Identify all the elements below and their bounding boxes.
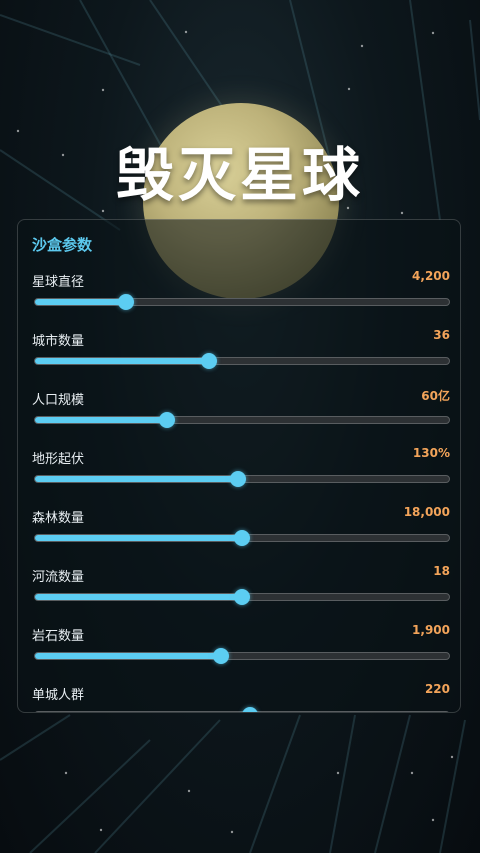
slider-thumb[interactable] [201, 353, 217, 369]
slider-thumb[interactable] [242, 707, 258, 712]
param-value: 130% [412, 446, 450, 460]
param-label: 岩石数量 [32, 629, 85, 644]
param-value: 4,200 [412, 269, 450, 283]
param-label: 星球直径 [32, 275, 85, 290]
param-river-count: 河流数量 18 [18, 564, 460, 624]
slider-fill [35, 476, 238, 482]
param-value: 36 [433, 328, 450, 342]
slider-thumb[interactable] [213, 648, 229, 664]
param-label: 地形起伏 [32, 452, 85, 467]
panel-title: 沙盒参数 [32, 236, 93, 254]
slider-fill [35, 358, 209, 364]
slider-fill [35, 653, 221, 659]
param-value: 18,000 [403, 505, 450, 519]
param-forest-count: 森林数量 18,000 [18, 505, 460, 565]
param-city-crowd: 单城人群 220 [18, 682, 460, 713]
game-screen: 毁灭星球 沙盒参数 星球直径 4,200 城市数量 36 人口规模 60亿 地形… [0, 0, 480, 853]
slider-thumb[interactable] [230, 471, 246, 487]
param-terrain: 地形起伏 130% [18, 446, 460, 506]
param-population: 人口规模 60亿 [18, 389, 460, 447]
param-city-count: 城市数量 36 [18, 328, 460, 388]
rock-count-slider[interactable] [34, 648, 450, 664]
param-value: 220 [424, 682, 450, 696]
slider-thumb[interactable] [234, 530, 250, 546]
slider-thumb[interactable] [118, 294, 134, 310]
city-count-slider[interactable] [34, 353, 450, 369]
terrain-slider[interactable] [34, 471, 450, 487]
param-label: 人口规模 [32, 393, 85, 408]
param-rock-count: 岩石数量 1,900 [18, 623, 460, 683]
city-crowd-slider[interactable] [34, 707, 450, 713]
param-label: 单城人群 [32, 688, 85, 703]
slider-fill [35, 417, 167, 423]
param-label: 河流数量 [32, 570, 85, 585]
slider-fill [35, 299, 126, 305]
slider-fill [35, 594, 242, 600]
param-label: 森林数量 [32, 511, 85, 526]
planet-diameter-slider[interactable] [34, 294, 450, 310]
river-count-slider[interactable] [34, 589, 450, 605]
forest-count-slider[interactable] [34, 530, 450, 546]
param-label: 城市数量 [32, 334, 85, 349]
param-value: 18 [433, 564, 450, 578]
population-slider[interactable] [34, 412, 450, 428]
slider-thumb[interactable] [234, 589, 250, 605]
sandbox-params-panel: 沙盒参数 星球直径 4,200 城市数量 36 人口规模 60亿 地形起伏 13… [17, 219, 461, 713]
slider-fill [35, 712, 250, 713]
param-value: 60亿 [421, 389, 450, 403]
game-title: 毁灭星球 [115, 141, 364, 209]
param-planet-diameter: 星球直径 4,200 [18, 269, 460, 329]
param-value: 1,900 [412, 623, 450, 637]
slider-thumb[interactable] [159, 412, 175, 428]
slider-fill [35, 535, 242, 541]
